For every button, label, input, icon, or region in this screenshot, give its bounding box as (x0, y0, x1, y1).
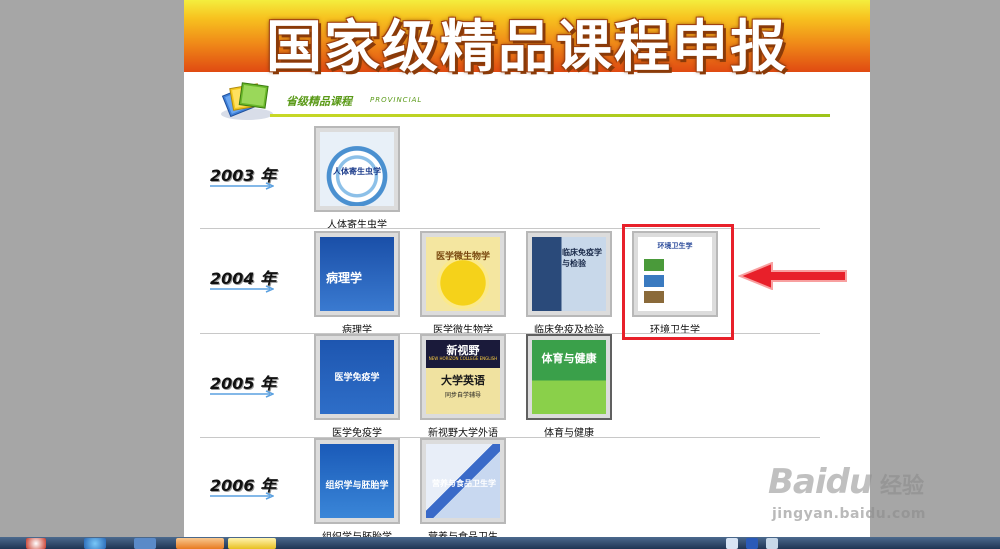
book-caption[interactable]: 营养与食品卫生 (420, 528, 506, 537)
watermark-url: jingyan.baidu.com (772, 506, 927, 522)
book-item[interactable]: 新视野 NEW HORIZON COLLEGE ENGLISH 大学英语 同步自… (420, 334, 506, 439)
book-cover[interactable]: 新视野 NEW HORIZON COLLEGE ENGLISH 大学英语 同步自… (420, 334, 506, 420)
cover-title: 医学免疫学 (334, 373, 380, 383)
cover-title: 大学英语 (441, 374, 485, 387)
book-cover[interactable]: 医学免疫学 (314, 334, 400, 420)
book-item[interactable]: 临床免疫学与检验 临床免疫及检验 (526, 231, 612, 336)
cover-subtitle: 同步自学辅导 (444, 392, 481, 399)
section-underline (270, 114, 830, 117)
cover-english-title: NEW HORIZON COLLEGE ENGLISH (428, 356, 498, 361)
baidu-watermark: Baidu 经验 jingyan.baidu.com (768, 462, 948, 528)
book-caption[interactable]: 组织学与胚胎学 (314, 528, 400, 537)
book-item[interactable]: 体育与健康 体育与健康 (526, 334, 612, 439)
tray-icon[interactable] (746, 538, 758, 549)
year-arrow-icon (210, 492, 274, 500)
book-cover[interactable]: 营养与食品卫生学 (420, 438, 506, 524)
header-banner: 国家级精品课程申报 (184, 0, 870, 80)
tray-icon[interactable] (766, 538, 778, 549)
watermark-cn: 经验 (880, 474, 925, 499)
books-icon (221, 82, 273, 120)
year-row-2003: 2003 年 人体寄生虫学 人体寄生虫学 (184, 124, 870, 231)
year-arrow-icon (210, 390, 274, 398)
book-item[interactable]: 病理学 病理学 (314, 231, 400, 336)
page-content: 国家级精品课程申报 省级精品课程 PROVINCIAL 2003 年 人体寄生虫… (184, 0, 870, 537)
book-item[interactable]: 医学微生物学 医学微生物学 (420, 231, 506, 336)
highlight-box (622, 224, 734, 340)
year-row-2005: 2005 年 医学免疫学 医学免疫学 新视野 NEW HORIZON COLLE… (184, 334, 870, 439)
year-arrow-icon (210, 285, 274, 293)
taskbar-app-button[interactable] (228, 538, 276, 549)
taskbar (0, 537, 1000, 549)
banner-title: 国家级精品课程申报 (266, 14, 788, 80)
book-item[interactable]: 组织学与胚胎学 组织学与胚胎学 (314, 438, 400, 537)
cover-title: 医学微生物学 (435, 252, 490, 262)
watermark-brand: Baidu (768, 462, 873, 502)
window-icon[interactable] (134, 538, 156, 549)
start-button[interactable] (26, 538, 46, 549)
cover-title: 临床免疫学与检验 (562, 247, 602, 268)
book-cover[interactable]: 医学微生物学 (420, 231, 506, 317)
section-sub-label: PROVINCIAL (370, 96, 423, 104)
section-label: 省级精品课程 (286, 95, 352, 108)
book-cover[interactable]: 病理学 (314, 231, 400, 317)
cover-title: 营养与食品卫生学 (432, 478, 496, 488)
book-item[interactable]: 医学免疫学 医学免疫学 (314, 334, 400, 439)
tray-icon[interactable] (726, 538, 738, 549)
book-cover[interactable]: 组织学与胚胎学 (314, 438, 400, 524)
cover-title: 组织学与胚胎学 (325, 481, 389, 491)
browser-icon[interactable] (84, 538, 106, 549)
cover-title: 病理学 (326, 271, 363, 285)
cover-title: 人体寄生虫学 (333, 166, 381, 176)
book-item[interactable]: 人体寄生虫学 人体寄生虫学 (314, 126, 400, 231)
section-header: 省级精品课程 PROVINCIAL (220, 76, 830, 120)
book-item[interactable]: 营养与食品卫生学 营养与食品卫生 (420, 438, 506, 537)
book-cover[interactable]: 体育与健康 (526, 334, 612, 420)
book-cover[interactable]: 人体寄生虫学 (314, 126, 400, 212)
taskbar-app-button[interactable] (176, 538, 224, 549)
red-arrow-icon (738, 262, 847, 290)
book-cover[interactable]: 临床免疫学与检验 (526, 231, 612, 317)
year-arrow-icon (210, 182, 274, 190)
cover-title: 体育与健康 (541, 352, 597, 365)
